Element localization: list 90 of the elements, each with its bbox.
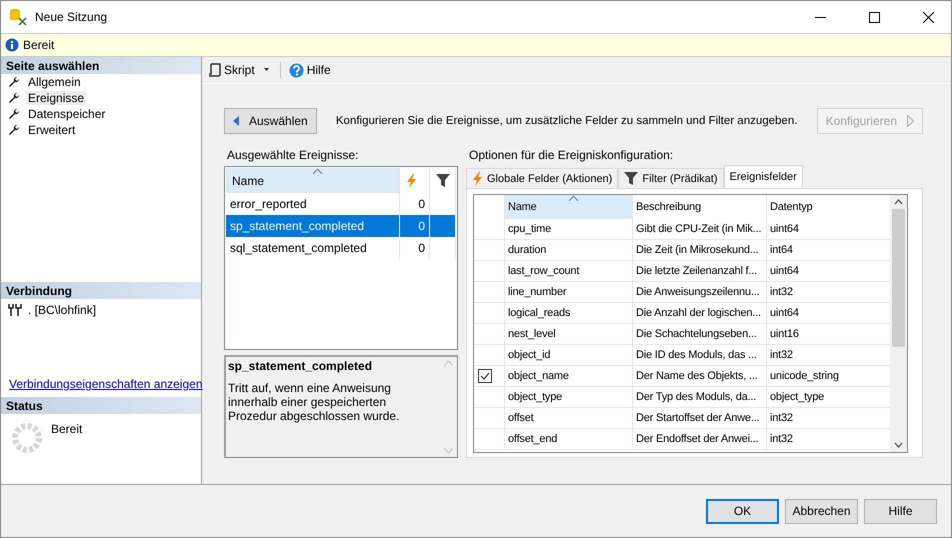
table-cell: Der Startoffset der Anwe...: [633, 408, 767, 429]
section-heading: Verbindung: [1, 282, 201, 299]
dialog-button[interactable]: Hilfe: [864, 498, 937, 524]
info-icon: [5, 38, 19, 52]
tab[interactable]: Globale Felder (Aktionen): [466, 168, 618, 188]
dropdown-caret-icon: [262, 67, 272, 73]
table-cell: offset: [505, 408, 633, 429]
check-cell[interactable]: [474, 408, 505, 429]
tab[interactable]: Filter (Prädikat): [618, 168, 724, 188]
tab[interactable]: Ereignisfelder: [724, 165, 803, 188]
left-triangle-icon: [233, 116, 239, 126]
page-item[interactable]: Datenspeicher: [26, 107, 108, 121]
check-cell[interactable]: [474, 387, 505, 408]
minimize-icon: [814, 16, 826, 18]
check-cell[interactable]: [474, 303, 505, 324]
wrench-icon: [8, 124, 20, 136]
check-cell[interactable]: [474, 324, 505, 345]
table-cell: line_number: [505, 282, 633, 303]
server-text: . [BC\lohfink]: [28, 303, 96, 317]
right-triangle-icon: [907, 115, 914, 127]
table-cell: Die letzte Zeilenanzahl f...: [633, 261, 767, 282]
section-heading: Status: [1, 397, 201, 414]
column-header[interactable]: Name: [505, 195, 633, 219]
table-cell: object_name: [505, 366, 633, 387]
check-cell[interactable]: [474, 366, 505, 387]
table-cell: Gibt die CPU-Zeit (in Mik...: [633, 219, 767, 240]
section-heading: Seite auswählen: [1, 57, 201, 74]
help-icon: [288, 62, 304, 78]
filter-icon: [624, 172, 638, 185]
table-cell: Die Anzahl der logischen...: [633, 303, 767, 324]
script-button[interactable]: Skript: [206, 63, 274, 77]
window-title: Neue Sitzung: [35, 10, 108, 24]
progress-spinner-icon: [11, 422, 43, 454]
check-cell[interactable]: [474, 261, 505, 282]
close-icon: [922, 12, 934, 22]
check-cell[interactable]: [474, 282, 505, 303]
status-text: Bereit: [51, 422, 82, 438]
filter-icon: [436, 174, 450, 187]
scroll-down-icon: [444, 448, 453, 453]
event-description-text: Tritt auf, wenn eine Anweisung innerhalb einer gespeicherten Prozedur abgeschlossen wurde.: [228, 381, 400, 423]
table-cell: cpu_time: [505, 219, 633, 240]
dialog-button[interactable]: OK: [706, 498, 779, 524]
event-name: sql_statement_completed: [226, 237, 400, 259]
wrench-icon: [8, 108, 20, 120]
sort-caret-icon: [312, 169, 322, 174]
page-item[interactable]: Allgemein: [26, 75, 83, 89]
options-label: Optionen für die Ereigniskonfiguration:: [468, 148, 674, 164]
table-cell: logical_reads: [505, 303, 633, 324]
connection-properties-link[interactable]: Verbindungseigenschaften anzeigen: [9, 377, 201, 391]
table-cell: last_row_count: [505, 261, 633, 282]
instruction-text: Konfigurieren Sie die Ereignisse, um zusätzliche Felder zu sammeln und Filter anzugeben.: [334, 115, 798, 127]
check-cell[interactable]: [474, 219, 505, 240]
maximize-icon: [868, 12, 880, 22]
event-description-title: sp_statement_completed: [228, 359, 374, 373]
table-cell: Die Anweisungszeilennu...: [633, 282, 767, 303]
page-item[interactable]: Ereignisse: [26, 91, 86, 105]
table-cell: Die ID des Moduls, das ...: [633, 345, 767, 366]
table-cell: duration: [505, 240, 633, 261]
table-cell: offset_end: [505, 429, 633, 450]
sort-caret-icon: [568, 196, 578, 201]
check-cell[interactable]: [474, 240, 505, 261]
lightning-icon: [406, 174, 417, 188]
table-cell: Der Name des Objekts, ...: [633, 366, 767, 387]
help-button[interactable]: Hilfe: [286, 62, 333, 78]
page-item[interactable]: Erweitert: [26, 123, 78, 137]
check-cell[interactable]: [474, 345, 505, 366]
event-count: 0: [400, 237, 430, 259]
scrollbar[interactable]: [890, 195, 907, 452]
table-cell: object_id: [505, 345, 633, 366]
check-cell[interactable]: [474, 429, 505, 450]
column-header[interactable]: Name: [226, 168, 400, 193]
table-cell: Die Zeit (in Mikrosekund...: [633, 240, 767, 261]
table-cell: Die Schachtelungseben...: [633, 324, 767, 345]
event-row[interactable]: sp_statement_completed 0: [226, 215, 456, 237]
table-cell: Der Typ des Moduls, da...: [633, 387, 767, 408]
back-button[interactable]: Auswählen: [224, 108, 317, 134]
info-text: Bereit: [23, 38, 54, 52]
events-label: Ausgewählte Ereignisse:: [226, 148, 360, 164]
wrench-icon: [8, 92, 20, 104]
lightning-icon: [472, 172, 483, 186]
plug-icon: [8, 304, 22, 316]
table-cell: nest_level: [505, 324, 633, 345]
checkbox[interactable]: [478, 369, 492, 383]
scroll-up-icon: [444, 361, 453, 366]
table-cell: object_type: [505, 387, 633, 408]
app-icon: [9, 8, 27, 26]
table-cell: Der Endoffset der Anwei...: [633, 429, 767, 450]
dialog-button[interactable]: Abbrechen: [785, 498, 858, 524]
wrench-icon: [8, 76, 20, 88]
scroll-icon: [208, 63, 221, 77]
